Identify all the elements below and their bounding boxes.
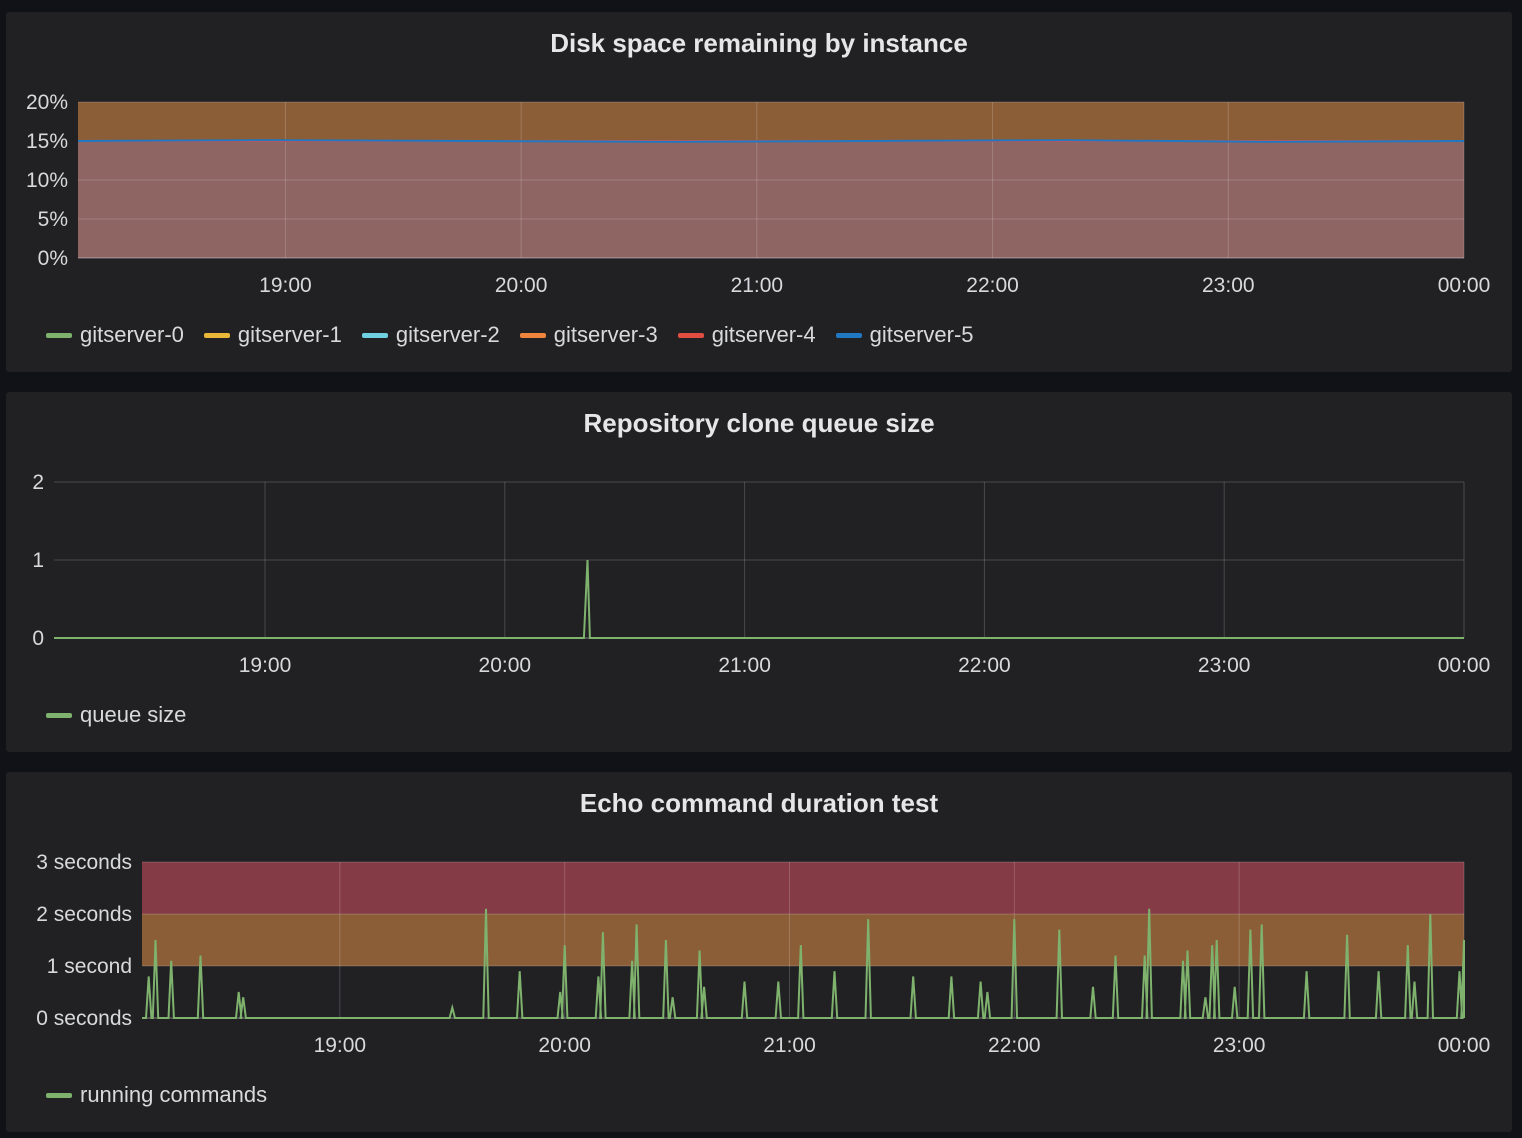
legend-item[interactable]: gitserver-3: [519, 322, 658, 348]
x-tick-label: 22:00: [988, 1034, 1041, 1057]
panel-disk-space: Disk space remaining by instance 20% 15% 1…: [6, 12, 1512, 372]
legend-label: queue size: [80, 702, 187, 727]
x-tick-label: 21:00: [731, 274, 784, 297]
x-tick-label: 23:00: [1202, 274, 1255, 297]
x-tick-label: 20:00: [538, 1034, 591, 1057]
y-tick-label: 10%: [26, 169, 68, 192]
x-tick-label: 00:00: [1438, 274, 1491, 297]
y-tick-label: 0%: [38, 247, 68, 270]
legend-swatch: [46, 332, 72, 338]
y-tick-label: 2 seconds: [36, 903, 132, 926]
legend: running commands: [46, 1082, 287, 1108]
legend: gitserver-0 gitserver-1 gitserver-2 gitserv…: [46, 322, 994, 348]
x-tick-label: 23:00: [1198, 654, 1251, 677]
legend-swatch: [46, 712, 72, 718]
legend-item[interactable]: running commands: [46, 1082, 267, 1108]
y-tick-label: 5%: [38, 208, 68, 231]
x-tick-label: 19:00: [239, 654, 292, 677]
legend-label: running commands: [80, 1082, 268, 1107]
x-tick-label: 23:00: [1213, 1034, 1266, 1057]
legend-label: gitserver-2: [395, 322, 500, 347]
legend-label: gitserver-0: [80, 322, 184, 347]
chart-clone-queue: 2 1 0 19:00 20:00 21:00 22:00 23:00 00:00: [32, 471, 1491, 677]
y-tick-label: 15%: [26, 130, 68, 153]
y-tick-label: 0: [32, 627, 44, 650]
legend-swatch: [46, 1092, 72, 1098]
x-tick-label: 21:00: [718, 654, 771, 677]
x-tick-label: 19:00: [259, 274, 312, 297]
x-tick-label: 00:00: [1438, 654, 1491, 677]
legend-label: gitserver-1: [237, 322, 342, 347]
legend-swatch: [677, 332, 704, 338]
legend-swatch: [835, 332, 862, 338]
x-tick-label: 21:00: [763, 1034, 816, 1057]
legend-item[interactable]: gitserver-5: [835, 322, 974, 348]
y-tick-label: 2: [32, 471, 44, 494]
x-tick-label: 19:00: [314, 1034, 367, 1057]
panel-clone-queue: Repository clone queue size 2 1 0 19:00 20:0…: [6, 392, 1512, 752]
x-tick-label: 22:00: [958, 654, 1011, 677]
chart-disk-space: 20% 15% 10% 5% 0% 19:00 20:00 21:00 22:00 23:00 00…: [26, 91, 1491, 297]
legend-item[interactable]: gitserver-2: [361, 322, 500, 348]
y-tick-label: 0 seconds: [36, 1007, 132, 1030]
legend-label: gitserver-4: [711, 322, 816, 347]
legend-label: gitserver-5: [869, 322, 974, 347]
legend-item[interactable]: gitserver-4: [677, 322, 816, 348]
legend-swatch: [203, 332, 230, 338]
legend-swatch: [519, 332, 546, 338]
x-tick-label: 20:00: [479, 654, 532, 677]
y-tick-label: 1: [32, 549, 44, 572]
legend-item[interactable]: gitserver-1: [203, 322, 342, 348]
x-tick-label: 22:00: [966, 274, 1019, 297]
y-tick-label: 3 seconds: [36, 851, 132, 874]
chart-echo-duration: 3 seconds 2 seconds 1 second 0 seconds 19:00…: [36, 851, 1491, 1057]
legend-item[interactable]: queue size: [46, 702, 186, 728]
legend: queue size: [46, 702, 206, 728]
x-tick-label: 20:00: [495, 274, 548, 297]
y-tick-label: 20%: [26, 91, 68, 114]
panel-echo-duration: Echo command duration test 3 seconds 2 se…: [6, 772, 1512, 1132]
x-tick-label: 00:00: [1438, 1034, 1491, 1057]
legend-item[interactable]: gitserver-0: [46, 322, 184, 348]
legend-label: gitserver-3: [553, 322, 658, 347]
legend-swatch: [361, 332, 388, 338]
y-tick-label: 1 second: [47, 955, 132, 978]
